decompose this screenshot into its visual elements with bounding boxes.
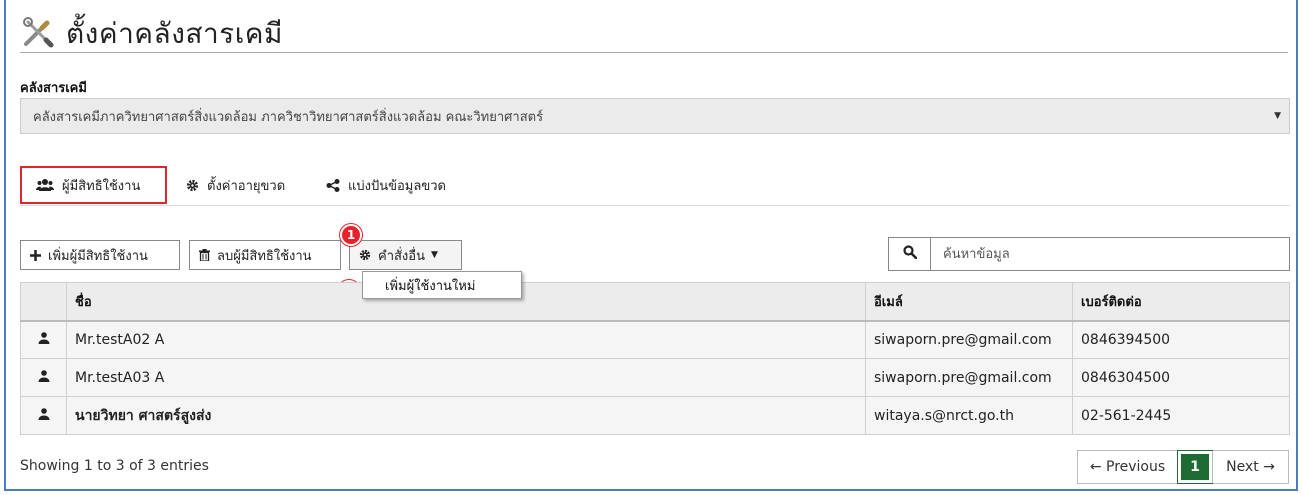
user-name: Mr.testA02 A <box>66 320 866 359</box>
search-input[interactable] <box>931 238 1289 270</box>
pagination: ← Previous 1 Next → <box>1077 450 1289 484</box>
title-divider <box>20 52 1288 53</box>
tab-bottle-age-label: ตั้งค่าอายุขวด <box>207 178 286 194</box>
column-header-phone[interactable]: เบอร์ติดต่อ <box>1072 282 1290 322</box>
more-commands-label: คำสั่งอื่น <box>378 248 425 264</box>
users-table: ชื่อ อีเมล์ เบอร์ติดต่อ Mr.testA02 A siw… <box>20 282 1290 435</box>
store-label: คลังสารเคมี <box>20 81 87 96</box>
column-header-email[interactable]: อีเมล์ <box>865 282 1073 322</box>
user-name: นายวิทยา ศาสตร์สูงส่ง <box>66 396 866 435</box>
next-page-button[interactable]: Next → <box>1212 451 1288 483</box>
user-icon <box>20 320 67 359</box>
tab-users-label: ผู้มีสิทธิใช้งาน <box>62 178 141 194</box>
tab-bar: ผู้มีสิทธิใช้งาน ตั้งค่าอายุขวด แบ่งปันข… <box>20 166 1290 206</box>
search-icon <box>902 245 917 263</box>
gear-icon <box>186 179 199 192</box>
entries-info: Showing 1 to 3 of 3 entries <box>20 458 209 474</box>
table-row[interactable]: Mr.testA02 A siwaporn.pre@gmail.com 0846… <box>20 320 1290 359</box>
user-phone: 02-561-2445 <box>1072 396 1290 435</box>
user-icon <box>20 396 67 435</box>
store-select[interactable]: คลังสารเคมีภาควิทยาศาสตร์สิ่งแวดล้อม ภาค… <box>20 98 1290 134</box>
user-email: witaya.s@nrct.go.th <box>865 396 1073 435</box>
tab-bottle-age[interactable]: ตั้งค่าอายุขวด <box>186 166 285 204</box>
user-email: siwaporn.pre@gmail.com <box>865 358 1073 397</box>
dropdown-item-label: เพิ่มผู้ใช้งานใหม่ <box>385 278 476 294</box>
user-phone: 0846394500 <box>1072 320 1290 359</box>
user-name: Mr.testA03 A <box>66 358 866 397</box>
add-user-label: เพิ่มผู้มีสิทธิใช้งาน <box>48 248 148 264</box>
users-icon <box>36 178 54 192</box>
step-badge-1: 1 <box>340 224 362 246</box>
user-phone: 0846304500 <box>1072 358 1290 397</box>
delete-user-button[interactable]: ลบผู้มีสิทธิใช้งาน <box>189 240 341 270</box>
page-header: ตั้งค่าคลังสารเคมี <box>20 12 283 56</box>
plus-icon <box>30 249 41 261</box>
caret-down-icon: ▼ <box>1274 111 1281 121</box>
store-select-value: คลังสารเคมีภาควิทยาศาสตร์สิ่งแวดล้อม ภาค… <box>33 109 544 125</box>
user-icon <box>20 358 67 397</box>
table-row[interactable]: นายวิทยา ศาสตร์สูงส่ง witaya.s@nrct.go.t… <box>20 396 1290 435</box>
gear-icon <box>359 249 371 261</box>
dropdown-item-add-new-user[interactable]: เพิ่มผู้ใช้งานใหม่ <box>362 271 522 299</box>
column-header-icon <box>20 282 67 322</box>
tab-share-data-label: แบ่งปันข้อมูลขวด <box>348 178 446 194</box>
tools-icon <box>20 14 56 54</box>
search-button[interactable] <box>889 238 931 270</box>
trash-icon <box>199 249 210 261</box>
add-user-button[interactable]: เพิ่มผู้มีสิทธิใช้งาน <box>20 240 180 270</box>
page-title: ตั้งค่าคลังสารเคมี <box>66 17 283 50</box>
delete-user-label: ลบผู้มีสิทธิใช้งาน <box>217 248 312 264</box>
caret-down-icon: ▼ <box>430 250 438 260</box>
previous-page-button[interactable]: ← Previous <box>1078 451 1178 483</box>
table-header-row: ชื่อ อีเมล์ เบอร์ติดต่อ <box>20 282 1290 322</box>
user-email: siwaporn.pre@gmail.com <box>865 320 1073 359</box>
more-commands-button[interactable]: คำสั่งอื่น ▼ <box>349 240 462 270</box>
search-box <box>888 237 1290 271</box>
tab-share-data[interactable]: แบ่งปันข้อมูลขวด <box>326 166 446 204</box>
tab-users[interactable]: ผู้มีสิทธิใช้งาน <box>20 166 167 204</box>
page-1-button[interactable]: 1 <box>1178 451 1212 483</box>
table-row[interactable]: Mr.testA03 A siwaporn.pre@gmail.com 0846… <box>20 358 1290 397</box>
share-icon <box>326 178 340 192</box>
